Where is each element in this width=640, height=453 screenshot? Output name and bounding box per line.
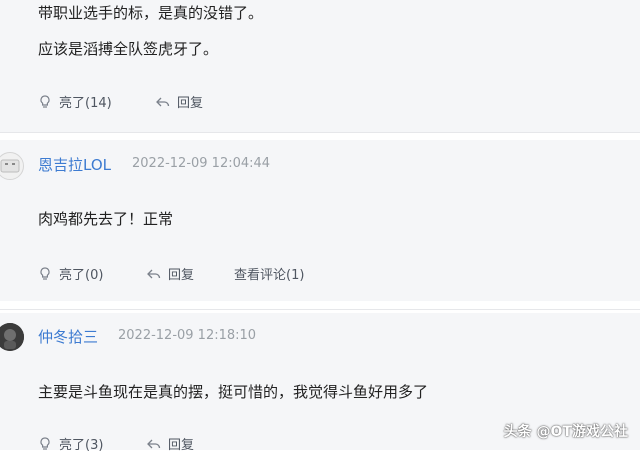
comment-username[interactable]: 仲冬拾三 — [38, 326, 98, 347]
reply-arrow-icon — [147, 439, 161, 448]
like-button[interactable]: 亮了(14) — [37, 92, 112, 111]
reply-button[interactable]: 回复 — [146, 434, 194, 453]
bulb-icon — [40, 266, 50, 280]
reply-label: 回复 — [177, 96, 204, 111]
bulb-icon — [40, 436, 50, 450]
divider — [0, 309, 640, 310]
comment-timestamp: 2022-12-09 12:04:44 — [132, 156, 271, 171]
comment-text-line: 带职业选手的标，是真的没错了。 — [38, 4, 264, 22]
reply-arrow-icon — [147, 269, 161, 278]
like-button[interactable]: 亮了(0) — [37, 264, 103, 283]
comment-username[interactable]: 恩吉拉LOL — [38, 154, 111, 175]
comment-text-line: 应该是滔搏全队签虎牙了。 — [38, 40, 219, 58]
reply-arrow-icon — [156, 97, 170, 106]
view-replies-label: 查看评论(1) — [234, 268, 305, 283]
comment-text: 肉鸡都先去了！正常 — [38, 210, 174, 228]
like-count-label: 亮了(3) — [59, 438, 104, 453]
comment-timestamp: 2022-12-09 12:18:10 — [118, 328, 257, 343]
watermark: 头条 @OT游戏公社 — [503, 424, 628, 440]
like-count-label: 亮了(14) — [59, 96, 112, 111]
reply-label: 回复 — [168, 438, 195, 453]
reply-button[interactable]: 回复 — [146, 264, 194, 283]
view-replies-link[interactable]: 查看评论(1) — [234, 264, 304, 283]
like-count-label: 亮了(0) — [59, 268, 104, 283]
divider — [0, 132, 640, 133]
comment-text: 主要是斗鱼现在是真的摆，挺可惜的，我觉得斗鱼好用多了 — [38, 383, 429, 401]
reply-label: 回复 — [168, 268, 195, 283]
like-button[interactable]: 亮了(3) — [37, 434, 103, 453]
reply-button[interactable]: 回复 — [155, 92, 203, 111]
bulb-icon — [40, 94, 50, 108]
